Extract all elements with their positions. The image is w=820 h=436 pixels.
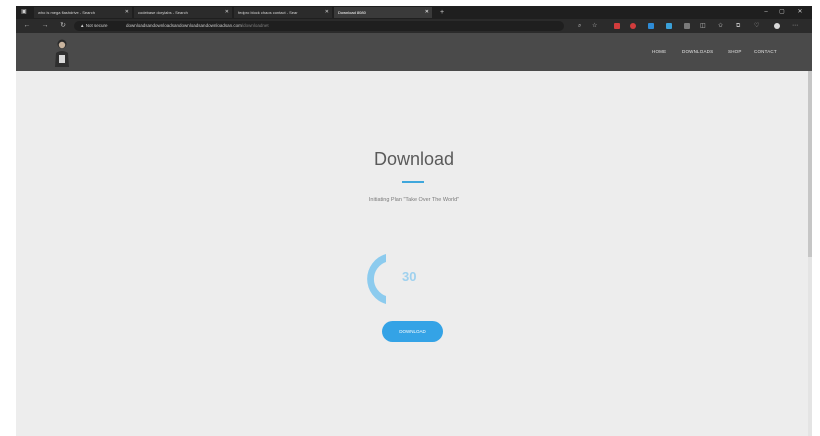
close-window-button[interactable]: ✕ bbox=[794, 6, 806, 19]
download-button[interactable]: DOWNLOAD bbox=[382, 321, 443, 342]
extension-teal-icon[interactable] bbox=[666, 23, 672, 29]
profile-icon[interactable] bbox=[774, 23, 780, 29]
collections-icon[interactable]: ⧉ bbox=[736, 21, 740, 31]
countdown-gauge bbox=[367, 254, 386, 304]
close-tab-icon[interactable]: ✕ bbox=[125, 7, 129, 18]
tab-title: fedpro block chaos contact - Sear bbox=[238, 10, 298, 15]
browser-tab[interactable]: who is mega flashdrive - Search ✕ bbox=[34, 7, 132, 18]
extension-blue-icon[interactable] bbox=[648, 23, 654, 29]
favorites-icon[interactable]: ✩ bbox=[718, 21, 723, 31]
forward-button[interactable]: → bbox=[40, 21, 50, 31]
not-secure-indicator[interactable]: ▲ Not secure bbox=[80, 21, 108, 31]
browser-window: ▣ who is mega flashdrive - Search ✕ code… bbox=[16, 6, 812, 436]
scrollbar-thumb[interactable] bbox=[808, 71, 812, 257]
split-screen-icon[interactable]: ◫ bbox=[700, 21, 706, 31]
page-title: Download bbox=[373, 149, 455, 169]
nav-home[interactable]: HOME bbox=[652, 49, 666, 54]
close-tab-icon[interactable]: ✕ bbox=[225, 7, 229, 18]
reload-button[interactable]: ↻ bbox=[58, 21, 68, 31]
tab-strip: ▣ who is mega flashdrive - Search ✕ code… bbox=[16, 6, 812, 19]
new-tab-button[interactable]: + bbox=[436, 6, 448, 19]
browser-tab[interactable]: codebase dorylabs - Search ✕ bbox=[134, 7, 232, 18]
star-icon[interactable]: ☆ bbox=[592, 21, 597, 31]
security-label: Not secure bbox=[85, 23, 108, 28]
extension-red-icon[interactable] bbox=[614, 23, 620, 29]
close-tab-icon[interactable]: ✕ bbox=[325, 7, 329, 18]
extension-record-icon[interactable] bbox=[630, 23, 636, 29]
nav-shop[interactable]: SHOP bbox=[728, 49, 742, 54]
address-bar[interactable]: ▲ Not secure downloadsandownloadsandownl… bbox=[74, 21, 564, 31]
back-button[interactable]: ← bbox=[22, 21, 32, 31]
extensions-icon[interactable] bbox=[684, 23, 690, 29]
close-tab-icon[interactable]: ✕ bbox=[425, 7, 429, 18]
minimize-button[interactable]: – bbox=[760, 6, 772, 19]
nav-downloads[interactable]: DOWNLOADS bbox=[682, 49, 713, 54]
zoom-icon[interactable]: ⌕ bbox=[578, 21, 581, 31]
browser-tab-active[interactable]: Download 8080 ✕ bbox=[334, 7, 432, 18]
browser-tab[interactable]: fedpro block chaos contact - Sear ✕ bbox=[234, 7, 332, 18]
nav-contact[interactable]: CONTACT bbox=[754, 49, 777, 54]
warning-icon: ▲ bbox=[80, 23, 85, 28]
url-host: downloadsandownloadsandownloadsandownloa… bbox=[126, 23, 242, 28]
maximize-button[interactable]: ▢ bbox=[776, 6, 788, 19]
url-text: downloadsandownloadsandownloadsandownloa… bbox=[126, 21, 269, 31]
scrollbar[interactable] bbox=[808, 71, 812, 436]
window-menu-icon[interactable]: ▣ bbox=[18, 6, 30, 19]
status-message: Initiating Plan "Take Over The World" bbox=[368, 197, 460, 203]
browser-essentials-icon[interactable]: ♡ bbox=[754, 21, 759, 31]
logo-portrait[interactable] bbox=[53, 37, 71, 67]
countdown-value: 30 bbox=[402, 269, 417, 284]
address-row: ← → ↻ ▲ Not secure downloadsandownloadsa… bbox=[16, 19, 812, 33]
title-underline bbox=[402, 181, 424, 183]
tab-title: codebase dorylabs - Search bbox=[138, 10, 188, 15]
site-header: HOME DOWNLOADS SHOP CONTACT bbox=[16, 33, 812, 71]
tab-title: who is mega flashdrive - Search bbox=[38, 10, 95, 15]
more-icon[interactable]: ⋯ bbox=[792, 21, 798, 31]
url-path: /downloadnet bbox=[241, 23, 269, 28]
tab-title: Download 8080 bbox=[338, 10, 366, 15]
